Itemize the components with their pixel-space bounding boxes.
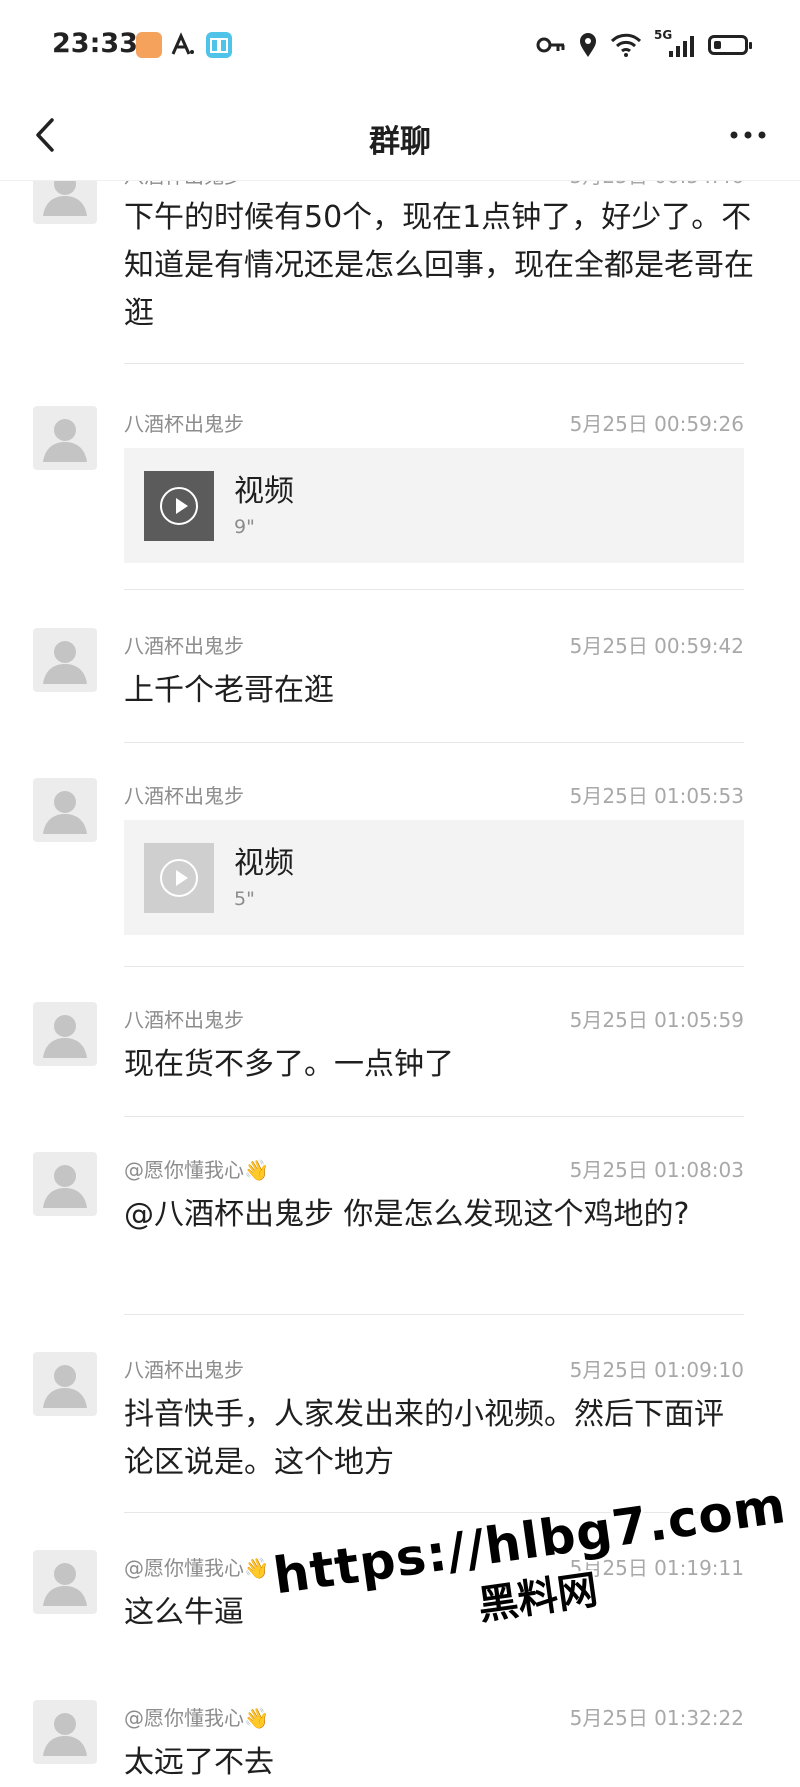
sender-name: @愿你懂我心👋	[124, 1158, 269, 1182]
message-item: 八酒杯出鬼步 5月25日 00:59:26 视频 9"	[0, 368, 800, 590]
play-icon	[160, 487, 198, 525]
font-app-icon	[170, 32, 196, 58]
avatar[interactable]	[33, 406, 97, 470]
user-avatar-icon	[43, 1165, 87, 1208]
title-bar: 群聊	[0, 90, 800, 181]
video-duration: 5"	[234, 888, 255, 910]
message-time: 5月25日 00:59:42	[569, 634, 744, 658]
avatar[interactable]	[33, 1152, 97, 1216]
video-thumbnail	[144, 843, 214, 913]
user-avatar-icon	[43, 1713, 87, 1756]
page-title: 群聊	[369, 124, 431, 160]
message-text: 太远了不去	[124, 1745, 274, 1780]
message-time: 5月25日 01:32:22	[569, 1706, 744, 1730]
book-app-icon	[206, 32, 232, 58]
key-icon	[536, 37, 565, 53]
battery-icon	[708, 35, 752, 55]
play-icon	[160, 859, 198, 897]
video-duration: 9"	[234, 516, 255, 538]
user-avatar-icon	[43, 791, 87, 834]
wifi-icon	[610, 33, 642, 57]
message-item: @愿你懂我心👋 5月25日 01:08:03 @八酒杯出鬼步 你是怎么发现这个鸡…	[0, 1116, 800, 1316]
divider	[124, 1314, 744, 1315]
user-avatar-icon	[43, 1365, 87, 1408]
sender-name: 八酒杯出鬼步	[124, 1008, 244, 1032]
message-item: 八酒杯出鬼步 5月25日 01:05:59 现在货不多了。一点钟了	[0, 966, 800, 1117]
sender-name: 八酒杯出鬼步	[124, 412, 244, 436]
avatar[interactable]	[33, 1002, 97, 1066]
sender-name: 八酒杯出鬼步	[124, 784, 244, 808]
message-text: 下午的时候有50个，现在1点钟了，好少了。不知道是有情况还是怎么回事，现在全都是…	[124, 200, 754, 331]
video-thumbnail	[144, 471, 214, 541]
message-time: 5月25日 01:08:03	[569, 1158, 744, 1182]
sender-name: 八酒杯出鬼步	[124, 1358, 244, 1382]
status-time: 23:33	[52, 28, 138, 59]
divider	[124, 589, 744, 590]
avatar[interactable]	[33, 628, 97, 692]
user-avatar-icon	[43, 1015, 87, 1058]
more-button[interactable]	[726, 120, 770, 150]
message-time: 5月25日 01:05:53	[569, 784, 744, 808]
location-icon	[580, 33, 596, 57]
message-text: @八酒杯出鬼步 你是怎么发现这个鸡地的?	[124, 1197, 690, 1232]
signal-icon: 5G	[654, 28, 696, 58]
avatar[interactable]	[33, 1550, 97, 1614]
video-label: 视频	[234, 846, 294, 881]
message-item: 八酒杯出鬼步 5月25日 00:59:42 上千个老哥在逛	[0, 592, 800, 743]
user-avatar-icon	[43, 1563, 87, 1606]
status-indicators: 5G	[536, 28, 752, 60]
message-time: 5月25日 00:59:26	[569, 412, 744, 436]
sender-name: 八酒杯出鬼步	[124, 634, 244, 658]
message-item: 八酒杯出鬼步 5月25日 01:09:10 抖音快手，人家发出来的小视频。然后下…	[0, 1316, 800, 1514]
message-item: @愿你懂我心👋 5月25日 01:32:22 太远了不去	[0, 1664, 800, 1787]
message-time: 5月25日 01:09:10	[569, 1358, 744, 1382]
message-item: 八酒杯出鬼步 5月25日 01:05:53 视频 5"	[0, 742, 800, 967]
divider	[124, 363, 744, 364]
avatar[interactable]	[33, 778, 97, 842]
more-icon	[730, 131, 766, 139]
message-text: 上千个老哥在逛	[124, 673, 334, 708]
video-card[interactable]: 视频 9"	[124, 448, 744, 563]
message-text: 现在货不多了。一点钟了	[124, 1047, 454, 1082]
avatar[interactable]	[33, 1700, 97, 1764]
message-time: 5月25日 01:05:59	[569, 1008, 744, 1032]
sender-name: @愿你懂我心👋	[124, 1706, 269, 1730]
user-avatar-icon	[43, 641, 87, 684]
app-notification-icon	[136, 32, 162, 58]
message-text: 抖音快手，人家发出来的小视频。然后下面评论区说是。这个地方	[124, 1397, 724, 1480]
video-card[interactable]: 视频 5"	[124, 820, 744, 935]
user-avatar-icon	[43, 419, 87, 462]
avatar[interactable]	[33, 1352, 97, 1416]
video-label: 视频	[234, 474, 294, 509]
status-bar: 23:33 5G	[0, 0, 800, 90]
sender-name: @愿你懂我心👋	[124, 1556, 269, 1580]
